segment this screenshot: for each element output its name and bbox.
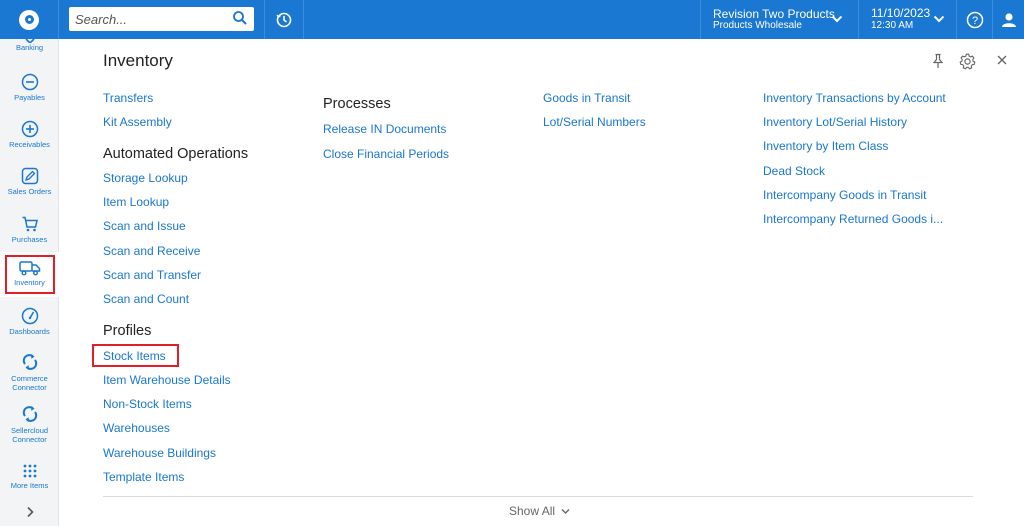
sync-icon (22, 354, 37, 370)
sidebar-item-banking[interactable]: Banking (0, 39, 59, 57)
sidebar-item-purchases[interactable]: Purchases (0, 215, 59, 244)
heading-processes: Processes (323, 96, 391, 112)
link-storage-lookup[interactable]: Storage Lookup (103, 171, 188, 185)
link-intercompany-goods-in-transit[interactable]: Intercompany Goods in Transit (763, 188, 926, 202)
top-bar: Revision Two Products Products Wholesale… (0, 0, 1024, 39)
sidebar-item-label: More Items (10, 481, 49, 490)
link-non-stock-items[interactable]: Non-Stock Items (103, 397, 192, 411)
sidebar-item-more-items[interactable]: More Items (0, 463, 59, 490)
user-menu-button[interactable] (992, 0, 1024, 39)
link-transfers[interactable]: Transfers (103, 91, 153, 105)
chevron-down-icon (933, 15, 945, 23)
pin-button[interactable] (931, 53, 945, 74)
link-template-items[interactable]: Template Items (103, 470, 184, 484)
link-scan-and-receive[interactable]: Scan and Receive (103, 244, 200, 258)
sidebar-item-label: Payables (14, 93, 45, 102)
highlight-box-inventory (5, 255, 55, 294)
link-intercompany-returned-goods[interactable]: Intercompany Returned Goods i... (763, 212, 943, 226)
sidebar-item-label: Connector (12, 435, 47, 444)
heading-automated-operations: Automated Operations (103, 146, 249, 162)
logo-icon (19, 9, 39, 30)
highlight-box-stock-items (92, 344, 179, 367)
help-button[interactable]: ? (956, 0, 992, 39)
close-button[interactable] (996, 53, 1008, 71)
minus-circle-icon (21, 73, 38, 91)
cart-icon (22, 216, 38, 232)
show-all-button[interactable]: Show All (509, 504, 570, 518)
history-icon (276, 12, 292, 27)
link-release-in-documents[interactable]: Release IN Documents (323, 122, 446, 136)
app-logo[interactable] (0, 0, 59, 39)
search-input[interactable] (75, 11, 225, 27)
link-kit-assembly[interactable]: Kit Assembly (103, 115, 172, 129)
sidebar-item-receivables[interactable]: Receivables (0, 120, 59, 149)
pin-icon (932, 53, 944, 68)
search-box[interactable] (69, 7, 254, 31)
workspace-panel: Inventory Transfers Kit Assembly Automat… (59, 39, 1024, 526)
link-close-financial-periods[interactable]: Close Financial Periods (323, 147, 449, 161)
sidebar-item-label: Purchases (11, 235, 48, 244)
link-lot-serial-numbers[interactable]: Lot/Serial Numbers (543, 115, 646, 129)
chevron-down-icon (831, 15, 843, 23)
link-item-warehouse-details[interactable]: Item Warehouse Details (103, 373, 231, 387)
branch-selector[interactable]: Revision Two Products Products Wholesale (700, 0, 858, 39)
help-icon: ? (966, 11, 983, 28)
plus-circle-icon (21, 120, 38, 138)
grid-icon (23, 464, 36, 478)
sidebar-item-label: Dashboards (9, 327, 50, 336)
close-icon (997, 55, 1007, 65)
sidebar-item-sales-orders[interactable]: Sales Orders (0, 167, 59, 196)
chevron-right-icon (26, 506, 34, 517)
svg-text:?: ? (971, 15, 977, 27)
divider (103, 496, 973, 497)
sidebar-item-label: Sellercloud (10, 426, 49, 435)
sidebar-item-label: Receivables (9, 140, 50, 149)
sidebar-item-label: Commerce (11, 374, 48, 383)
heading-profiles: Profiles (103, 323, 152, 339)
sidebar-item-dashboards[interactable]: Dashboards (0, 307, 59, 336)
link-goods-in-transit[interactable]: Goods in Transit (543, 91, 630, 105)
sidebar-item-label: Sales Orders (7, 187, 52, 196)
link-warehouses[interactable]: Warehouses (103, 421, 170, 435)
link-warehouse-buildings[interactable]: Warehouse Buildings (103, 446, 216, 460)
user-icon (1001, 12, 1016, 27)
sync-icon (22, 406, 37, 422)
sidebar-item-sellercloud-connector[interactable]: Sellercloud Connector (0, 404, 59, 444)
link-scan-and-count[interactable]: Scan and Count (103, 292, 189, 306)
link-inventory-by-item-class[interactable]: Inventory by Item Class (763, 139, 888, 153)
history-button[interactable] (264, 0, 304, 39)
show-all-label: Show All (509, 504, 556, 518)
link-item-lookup[interactable]: Item Lookup (103, 195, 169, 209)
link-scan-and-issue[interactable]: Scan and Issue (103, 219, 186, 233)
date-selector[interactable]: 11/10/2023 12:30 AM (858, 0, 956, 39)
link-inventory-transactions-by-account[interactable]: Inventory Transactions by Account (763, 91, 946, 105)
search-icon[interactable] (232, 10, 248, 31)
sidebar-item-commerce-connector[interactable]: Commerce Connector (0, 352, 59, 392)
link-inventory-lot-serial-history[interactable]: Inventory Lot/Serial History (763, 115, 907, 129)
link-dead-stock[interactable]: Dead Stock (763, 164, 825, 178)
gear-icon (959, 53, 976, 70)
page-title: Inventory (103, 51, 173, 70)
pencil-icon (21, 167, 38, 185)
link-scan-and-transfer[interactable]: Scan and Transfer (103, 268, 201, 282)
settings-button[interactable] (959, 53, 976, 75)
sidebar-item-payables[interactable]: Payables (0, 73, 59, 102)
chevron-down-icon (561, 508, 570, 514)
sidebar-item-label: Banking (15, 43, 44, 52)
sidebar-expand-button[interactable] (0, 497, 59, 526)
sidebar: Banking Payables Receivables Sales Order… (0, 39, 59, 526)
gauge-icon (21, 307, 38, 325)
sidebar-item-label: Connector (12, 383, 47, 392)
